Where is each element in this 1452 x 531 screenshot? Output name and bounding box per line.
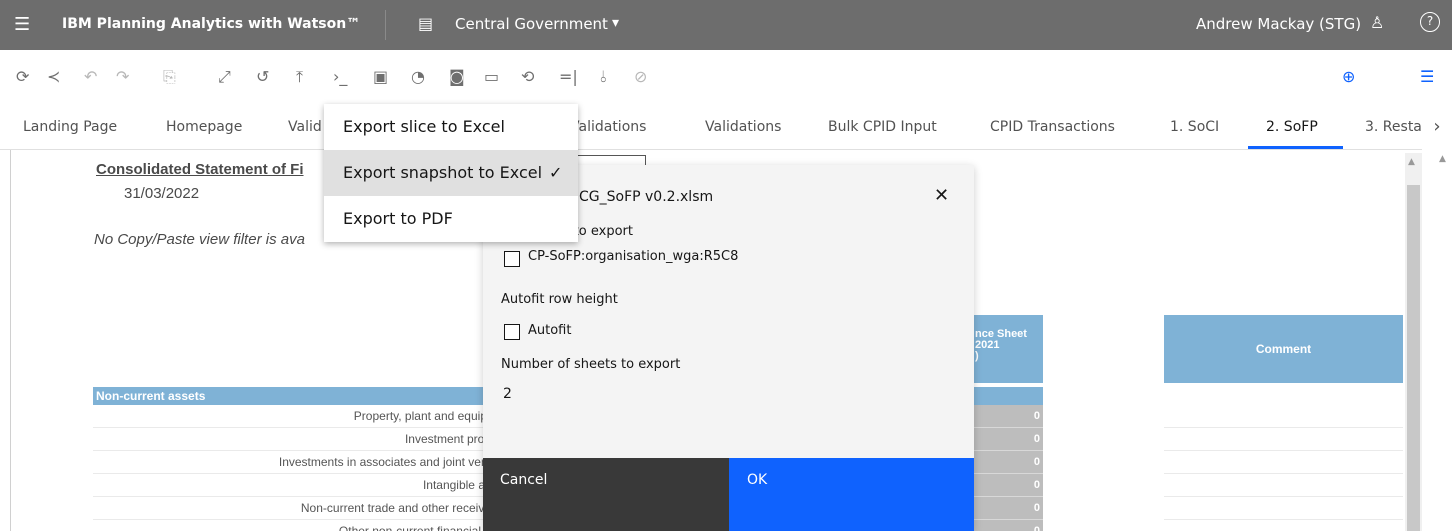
- tab-bulk-cpid-input[interactable]: Bulk CPID Input: [828, 119, 937, 135]
- export-icon[interactable]: ⤒: [296, 67, 303, 87]
- tab-validations-2[interactable]: Validations: [705, 119, 781, 135]
- save-icon[interactable]: ▣: [373, 67, 388, 87]
- report-scrollbar[interactable]: ▲: [1405, 153, 1422, 531]
- tab-landing-page[interactable]: Landing Page: [23, 119, 117, 135]
- report-note: No Copy/Paste view filter is ava: [94, 231, 305, 248]
- row-value[interactable]: 0: [973, 520, 1043, 531]
- scroll-up-icon[interactable]: ▲: [1439, 154, 1446, 164]
- close-icon[interactable]: ✕: [934, 185, 949, 206]
- checkmark-icon: ✓: [549, 163, 563, 182]
- row-value[interactable]: 0: [973, 474, 1043, 497]
- row-value[interactable]: 0: [973, 497, 1043, 520]
- reset-icon[interactable]: ↺: [256, 67, 269, 87]
- section-header-value: [973, 387, 1043, 405]
- menu-item-label: Export snapshot to Excel: [343, 163, 543, 182]
- page-scrollbar[interactable]: ▲: [1437, 150, 1452, 531]
- refresh-icon[interactable]: ⟳: [16, 67, 29, 87]
- tab-validations-1[interactable]: Validations: [570, 119, 646, 135]
- workspace-icon: ▤: [418, 14, 434, 33]
- autofit-heading: Autofit row height: [501, 292, 618, 307]
- publish-icon[interactable]: ▭: [484, 67, 499, 87]
- layout-icon[interactable]: ☰: [1420, 67, 1434, 87]
- undo-icon[interactable]: ↶: [84, 67, 97, 87]
- autofit-checkbox[interactable]: [504, 324, 520, 340]
- menu-item-export-pdf[interactable]: Export to PDF: [324, 196, 578, 242]
- tab-restatement[interactable]: 3. Resta: [1365, 119, 1422, 135]
- workspace-name[interactable]: Central Government: [455, 15, 608, 33]
- menu-item-export-slice[interactable]: Export slice to Excel: [324, 104, 578, 150]
- info-icon[interactable]: ⫰: [600, 67, 607, 87]
- validate-icon[interactable]: ⊘: [634, 67, 647, 87]
- row-comment[interactable]: [1164, 428, 1403, 451]
- option-label: CP-SoFP:organisation_wga:R5C8: [528, 249, 739, 264]
- chevron-right-icon[interactable]: ›: [1422, 104, 1452, 150]
- command-icon[interactable]: ›_: [333, 67, 347, 87]
- history-icon[interactable]: ◔: [411, 67, 425, 87]
- row-comment[interactable]: [1164, 520, 1403, 531]
- row-value[interactable]: 0: [973, 451, 1043, 474]
- scroll-up-icon[interactable]: ▲: [1408, 157, 1415, 167]
- row-label: Intangible as: [93, 474, 493, 497]
- row-value[interactable]: 0: [973, 428, 1043, 451]
- row-comment[interactable]: [1164, 497, 1403, 520]
- snapshot-icon[interactable]: ◙: [449, 67, 465, 87]
- redo-icon[interactable]: ↷: [116, 67, 129, 87]
- scrollbar-thumb[interactable]: [1407, 185, 1420, 531]
- share-icon[interactable]: ≺: [47, 67, 60, 87]
- menu-item-export-snapshot[interactable]: Export snapshot to Excel ✓: [324, 150, 578, 196]
- row-comment[interactable]: [1164, 405, 1403, 428]
- cancel-button[interactable]: Cancel: [483, 458, 729, 531]
- sandbox-icon[interactable]: ⎘: [163, 67, 176, 87]
- export-menu: Export slice to Excel Export snapshot to…: [324, 104, 578, 242]
- report-title: Consolidated Statement of Fi: [96, 161, 304, 178]
- tab-cpid-transactions[interactable]: CPID Transactions: [990, 119, 1115, 135]
- balance-sheet-column-header: nce Sheet 2021 ): [973, 315, 1043, 383]
- dialog-title: CG_SoFP v0.2.xlsm: [579, 189, 714, 205]
- autofit-label: Autofit: [528, 323, 572, 338]
- toolbar: ⟳ ≺ ↶ ↷ ⎘ ⤢ ↺ ⤒ ›_ ▣ ◔ ◙ ▭ ⟲ =| ⫰ ⊘ ⊕ ☰: [0, 50, 1452, 104]
- comment-column-header: Comment: [1164, 315, 1403, 383]
- app-header: ☰ IBM Planning Analytics with Watson™ ▤ …: [0, 0, 1452, 50]
- chevron-down-icon[interactable]: ▾: [612, 15, 619, 31]
- tab-soci[interactable]: 1. SoCI: [1170, 119, 1219, 135]
- sheets-label: Number of sheets to export: [501, 357, 681, 372]
- header-divider: [385, 10, 386, 40]
- sheets-value[interactable]: 2: [503, 386, 512, 402]
- fullscreen-icon[interactable]: ⤢: [218, 67, 231, 87]
- sync-icon[interactable]: ⟲: [521, 67, 534, 87]
- row-label: Property, plant and equipr: [93, 405, 493, 428]
- row-value[interactable]: 0: [973, 405, 1043, 428]
- row-label: Investments in associates and joint vent: [93, 451, 493, 474]
- ok-button[interactable]: OK: [729, 458, 974, 531]
- row-label: Investment prop: [93, 428, 493, 451]
- user-name[interactable]: Andrew Mackay (STG): [1196, 15, 1361, 33]
- tab-sofp[interactable]: 2. SoFP: [1266, 119, 1318, 135]
- active-tab-indicator: [1248, 146, 1343, 149]
- row-label: Other non-current financial a: [93, 520, 493, 531]
- zoom-icon[interactable]: ⊕: [1342, 67, 1355, 87]
- row-comment[interactable]: [1164, 451, 1403, 474]
- tab-valid[interactable]: Valid: [288, 119, 322, 135]
- help-icon[interactable]: ?: [1420, 12, 1440, 32]
- hamburger-icon[interactable]: ☰: [14, 14, 30, 35]
- user-icon[interactable]: ♙: [1370, 13, 1384, 32]
- menu-item-label: Export slice to Excel: [343, 117, 505, 136]
- product-name: IBM Planning Analytics with Watson™: [62, 16, 361, 32]
- row-label: Non-current trade and other receiva: [93, 497, 493, 520]
- row-comment[interactable]: [1164, 474, 1403, 497]
- tab-homepage[interactable]: Homepage: [166, 119, 242, 135]
- report-date: 31/03/2022: [124, 185, 200, 202]
- align-icon[interactable]: =|: [559, 67, 578, 87]
- tab-bar: Landing Page Homepage Valid Validations …: [0, 104, 1452, 150]
- option-checkbox[interactable]: [504, 251, 520, 267]
- menu-item-label: Export to PDF: [343, 209, 453, 228]
